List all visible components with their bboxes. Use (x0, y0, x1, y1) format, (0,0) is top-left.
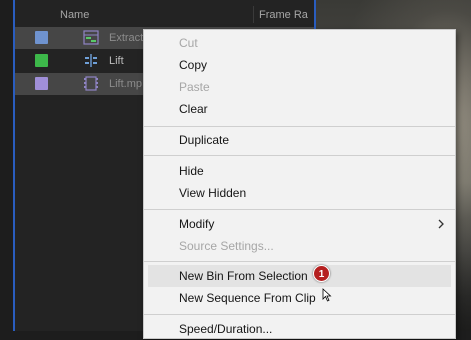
menu-item-clear[interactable]: Clear (144, 98, 455, 120)
label-color-swatch[interactable] (35, 54, 48, 67)
sequence-icon (83, 30, 99, 45)
frame-rate-column-header[interactable]: Frame Ra (259, 9, 308, 21)
menu-item-modify[interactable]: Modify (144, 213, 455, 235)
menu-item-cut[interactable]: Cut (144, 32, 455, 54)
project-item-name: Lift.mp (109, 78, 143, 90)
chevron-right-icon (438, 219, 444, 229)
label-color-swatch[interactable] (35, 77, 48, 90)
menu-item-copy[interactable]: Copy (144, 54, 455, 76)
name-column-header[interactable]: Name (60, 9, 89, 21)
trim-clip-icon (85, 54, 97, 67)
menu-item-new-sequence-from-clip[interactable]: New Sequence From Clip (144, 287, 455, 309)
menu-item-paste[interactable]: Paste (144, 76, 455, 98)
menu-item-new-bin-from-selection[interactable]: New Bin From Selection (148, 265, 451, 287)
menu-separator (144, 314, 455, 315)
project-list-header: Name Frame Ra (15, 0, 314, 28)
menu-separator (144, 126, 455, 127)
mouse-cursor-icon (322, 288, 332, 302)
menu-separator (144, 155, 455, 156)
step-number-badge: 1 (313, 265, 330, 282)
menu-item-source-settings[interactable]: Source Settings... (144, 235, 455, 257)
label-color-swatch[interactable] (35, 31, 48, 44)
menu-item-speed-duration[interactable]: Speed/Duration... (144, 318, 455, 340)
menu-item-hide[interactable]: Hide (144, 160, 455, 182)
column-divider[interactable] (253, 6, 254, 23)
context-menu: Cut Copy Paste Clear Duplicate Hide View… (143, 29, 456, 339)
menu-item-label: Modify (179, 217, 215, 231)
menu-item-duplicate[interactable]: Duplicate (144, 129, 455, 151)
menu-separator (144, 209, 455, 210)
project-item-name: Extract (109, 32, 144, 44)
project-item-name: Lift (109, 55, 124, 67)
menu-item-view-hidden[interactable]: View Hidden (144, 182, 455, 204)
menu-separator (144, 261, 455, 262)
video-clip-icon (84, 76, 98, 91)
